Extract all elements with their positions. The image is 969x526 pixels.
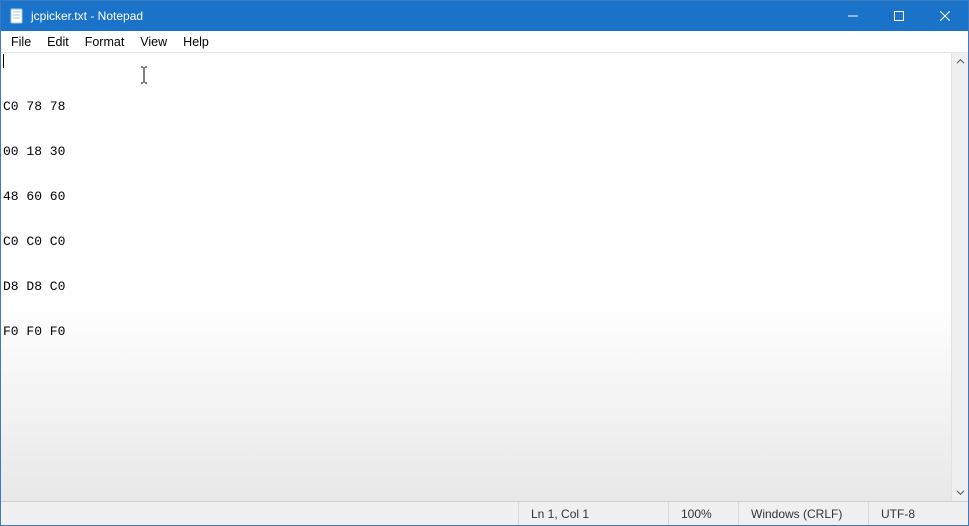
- menu-file[interactable]: File: [3, 33, 39, 51]
- menu-view[interactable]: View: [132, 33, 175, 51]
- editor-line: 00 18 30: [3, 144, 949, 159]
- status-position: Ln 1, Col 1: [518, 502, 668, 525]
- scroll-down-arrow-icon[interactable]: [952, 484, 969, 501]
- scroll-up-arrow-icon[interactable]: [952, 53, 969, 70]
- editor-line: F0 F0 F0: [3, 324, 949, 339]
- editor-line: D8 D8 C0: [3, 279, 949, 294]
- menu-format[interactable]: Format: [77, 33, 133, 51]
- text-caret: [3, 54, 4, 68]
- window-title: jcpicker.txt - Notepad: [31, 9, 143, 23]
- editor-line: 48 60 60: [3, 189, 949, 204]
- menu-help[interactable]: Help: [175, 33, 217, 51]
- ibeam-cursor-icon: [76, 53, 150, 103]
- menubar: File Edit Format View Help: [1, 31, 968, 53]
- maximize-button[interactable]: [876, 1, 922, 31]
- menu-edit[interactable]: Edit: [39, 33, 77, 51]
- notepad-icon: [9, 8, 25, 24]
- text-editor[interactable]: C0 78 78 00 18 30 48 60 60 C0 C0 C0 D8 D…: [1, 53, 951, 501]
- minimize-button[interactable]: [830, 1, 876, 31]
- status-empty: [1, 502, 518, 525]
- close-button[interactable]: [922, 1, 968, 31]
- status-encoding: UTF-8: [868, 502, 968, 525]
- editor-line: C0 78 78: [3, 99, 949, 114]
- titlebar[interactable]: jcpicker.txt - Notepad: [1, 1, 968, 31]
- statusbar: Ln 1, Col 1 100% Windows (CRLF) UTF-8: [1, 501, 968, 525]
- vertical-scrollbar[interactable]: [951, 53, 968, 501]
- editor-area: C0 78 78 00 18 30 48 60 60 C0 C0 C0 D8 D…: [1, 53, 968, 501]
- notepad-window: jcpicker.txt - Notepad File Edit Format …: [0, 0, 969, 526]
- status-zoom: 100%: [668, 502, 738, 525]
- editor-line: C0 C0 C0: [3, 234, 949, 249]
- status-line-ending: Windows (CRLF): [738, 502, 868, 525]
